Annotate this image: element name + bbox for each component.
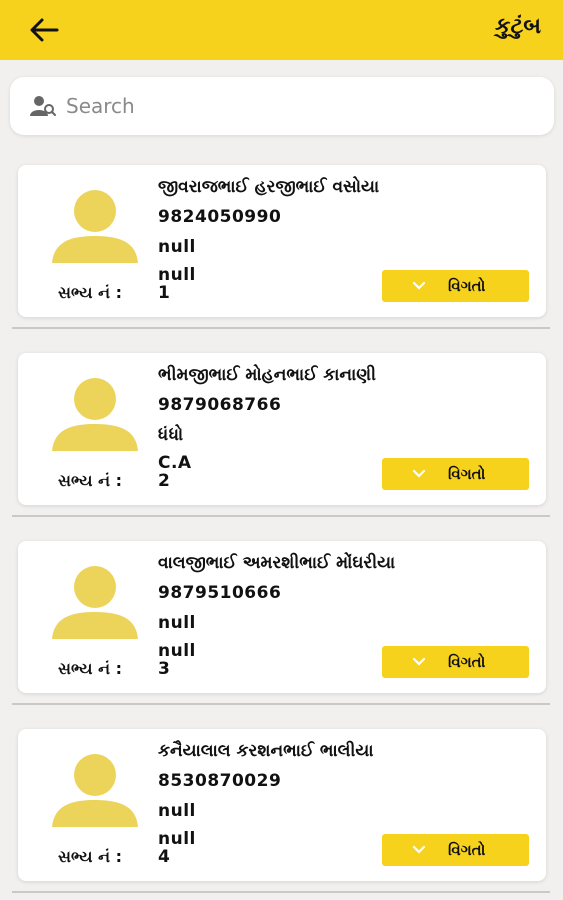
member-number: 1 bbox=[158, 283, 170, 303]
member-name: વાલજીભાઈ અમરશીભાઈ મોંઘરીયા bbox=[158, 553, 396, 573]
search-bar[interactable] bbox=[10, 77, 554, 135]
member-card: વાલજીભાઈ અમરશીભાઈ મોંઘરીયા 9879510666 nu… bbox=[18, 541, 546, 693]
details-button[interactable]: વિગતો bbox=[382, 646, 529, 678]
avatar bbox=[52, 754, 138, 827]
member-occupation: null bbox=[158, 801, 196, 821]
member-phone: 8530870029 bbox=[158, 771, 282, 791]
avatar bbox=[52, 190, 138, 263]
details-label: વિગતો bbox=[448, 841, 486, 859]
chevron-down-icon bbox=[412, 469, 426, 478]
member-occupation-detail: C.A bbox=[158, 453, 192, 473]
details-button[interactable]: વિગતો bbox=[382, 458, 529, 490]
divider bbox=[12, 703, 550, 705]
member-occupation-detail: null bbox=[158, 265, 196, 285]
member-occupation: null bbox=[158, 613, 196, 633]
member-occupation-detail: null bbox=[158, 641, 196, 661]
member-phone: 9879510666 bbox=[158, 583, 282, 603]
avatar bbox=[52, 378, 138, 451]
page-title: કુટુંબ bbox=[494, 14, 541, 39]
divider bbox=[12, 515, 550, 517]
app-bar: કુટુંબ bbox=[0, 0, 563, 60]
member-phone: 9824050990 bbox=[158, 207, 282, 227]
details-button[interactable]: વિગતો bbox=[382, 270, 529, 302]
divider bbox=[12, 327, 550, 329]
member-number-label: સભ્ય નં : bbox=[58, 283, 122, 302]
search-input[interactable] bbox=[66, 94, 526, 118]
member-occupation: ધંધો bbox=[158, 425, 184, 445]
member-card: ભીમજીભાઈ મોહનભાઈ કાનાણી 9879068766 ધંધો … bbox=[18, 353, 546, 505]
member-number: 4 bbox=[158, 847, 170, 867]
user-search-icon bbox=[30, 94, 56, 118]
details-button[interactable]: વિગતો bbox=[382, 834, 529, 866]
chevron-down-icon bbox=[412, 281, 426, 290]
member-card: જીવરાજભાઈ હરજીભાઈ વસોયા 9824050990 null … bbox=[18, 165, 546, 317]
member-number-label: સભ્ય નં : bbox=[58, 659, 122, 678]
member-number-label: સભ્ય નં : bbox=[58, 847, 122, 866]
member-phone: 9879068766 bbox=[158, 395, 282, 415]
divider bbox=[12, 891, 550, 893]
details-label: વિગતો bbox=[448, 465, 486, 483]
member-card: કનૈયાલાલ કરશનભાઈ ભાલીયા 8530870029 null … bbox=[18, 729, 546, 881]
member-name: ભીમજીભાઈ મોહનભાઈ કાનાણી bbox=[158, 365, 376, 385]
member-number-label: સભ્ય નં : bbox=[58, 471, 122, 490]
member-name: કનૈયાલાલ કરશનભાઈ ભાલીયા bbox=[158, 741, 374, 761]
back-button[interactable] bbox=[26, 12, 62, 48]
avatar bbox=[52, 566, 138, 639]
details-label: વિગતો bbox=[448, 653, 486, 671]
chevron-down-icon bbox=[412, 657, 426, 666]
chevron-down-icon bbox=[412, 845, 426, 854]
member-occupation-detail: null bbox=[158, 829, 196, 849]
member-name: જીવરાજભાઈ હરજીભાઈ વસોયા bbox=[158, 177, 380, 197]
member-number: 2 bbox=[158, 471, 170, 491]
details-label: વિગતો bbox=[448, 277, 486, 295]
member-occupation: null bbox=[158, 237, 196, 257]
member-number: 3 bbox=[158, 659, 170, 679]
arrow-left-icon bbox=[30, 18, 59, 42]
